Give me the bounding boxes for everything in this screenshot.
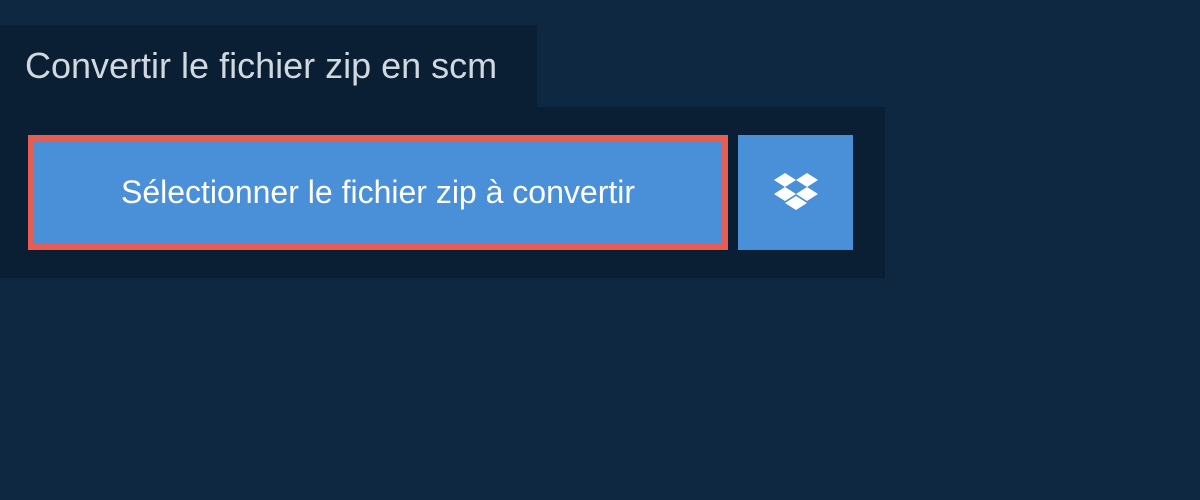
page-title-text: Convertir le fichier zip en scm: [25, 45, 497, 86]
page-title: Convertir le fichier zip en scm: [0, 25, 537, 107]
upload-panel: Sélectionner le fichier zip à convertir: [0, 107, 885, 278]
dropbox-button[interactable]: [738, 135, 853, 250]
button-row: Sélectionner le fichier zip à convertir: [28, 135, 857, 250]
dropbox-icon: [774, 173, 818, 213]
select-file-label: Sélectionner le fichier zip à convertir: [121, 174, 635, 211]
select-file-button[interactable]: Sélectionner le fichier zip à convertir: [28, 135, 728, 250]
